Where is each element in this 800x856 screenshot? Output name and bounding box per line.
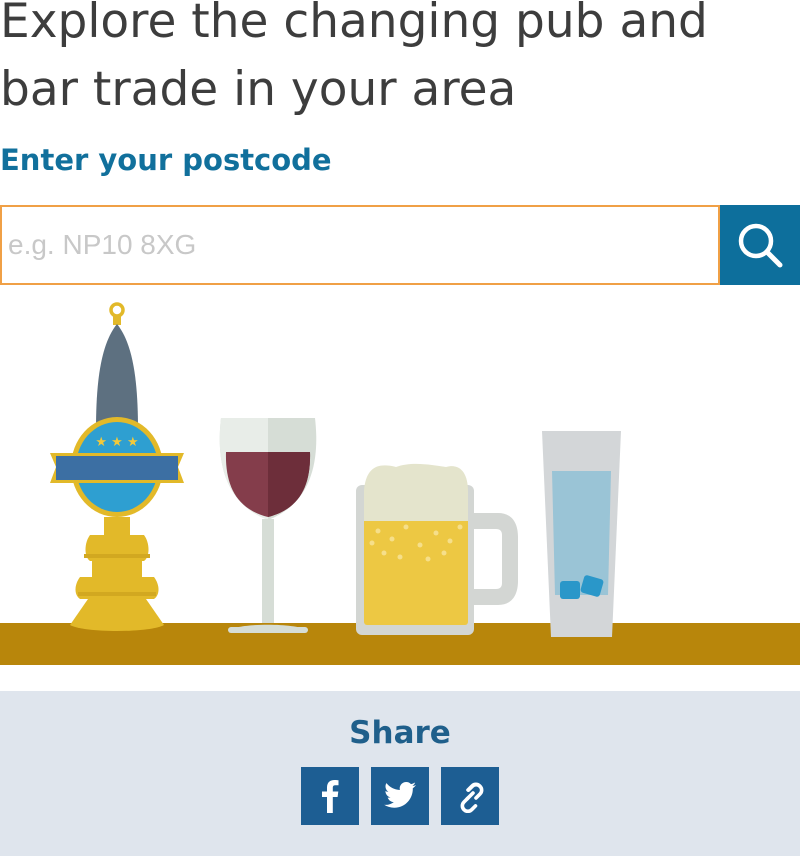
search-button[interactable] (720, 205, 800, 285)
facebook-icon (322, 780, 339, 813)
beer-pump-icon: ★ ★ ★ (50, 302, 184, 631)
link-icon (460, 782, 484, 813)
share-title: Share (349, 715, 451, 751)
postcode-label: Enter your postcode (0, 143, 332, 177)
bar-illustration: ★ ★ ★ (0, 302, 800, 665)
svg-text:★ ★ ★: ★ ★ ★ (95, 435, 138, 450)
postcode-input[interactable] (0, 205, 720, 285)
beer-mug-icon (356, 463, 518, 635)
share-twitter-button[interactable] (371, 767, 429, 825)
page-headline: Explore the changing pub and bar trade i… (0, 0, 708, 117)
share-facebook-button[interactable] (301, 767, 359, 825)
water-glass-icon (542, 431, 621, 637)
search-icon (738, 223, 783, 268)
share-panel: Share (0, 691, 800, 856)
twitter-icon (384, 782, 416, 808)
share-link-button[interactable] (441, 767, 499, 825)
red-wine-glass-icon (219, 418, 317, 633)
postcode-search-form (0, 205, 800, 285)
